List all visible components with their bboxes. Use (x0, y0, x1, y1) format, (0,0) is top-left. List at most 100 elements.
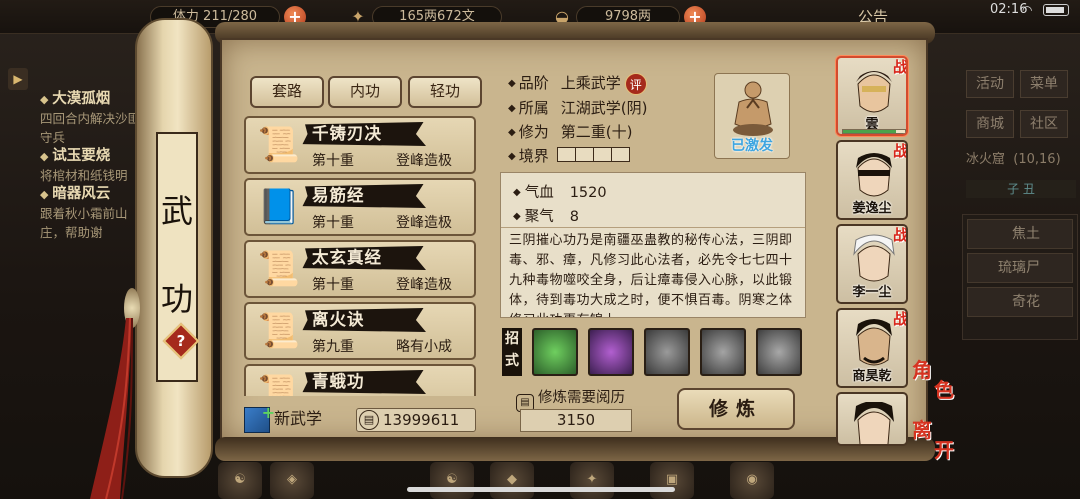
character-portrait (854, 402, 894, 444)
panel-bottom-rod (215, 437, 935, 461)
location-label: 冰火窟 (966, 152, 1006, 167)
attr-label: 修为 (508, 123, 549, 141)
quest-desc: 跟着秋小霜前山庄，帮助谢 (40, 206, 128, 240)
scroll-count-value: 13999611 (383, 411, 460, 429)
skill-rank: 登峰造极 (396, 215, 452, 231)
attr-value: 上乘武学 (560, 74, 621, 92)
attr-label: 所属 (508, 99, 549, 117)
character-card[interactable]: 战 雲 (836, 56, 908, 136)
battle-badge: 战 (892, 58, 908, 76)
bottom-menu-icon[interactable]: ☯ (218, 462, 262, 499)
skill-name: 青蛾功 (302, 370, 426, 394)
quest-title: 暗器风云 (40, 185, 145, 204)
skill-item[interactable]: 📜 青蛾功 (244, 364, 476, 396)
new-skill-label: 新武学 (274, 409, 323, 428)
map-item[interactable]: 焦土 (967, 219, 1073, 249)
role-tab[interactable]: 角 色 (912, 360, 968, 400)
move-5-icon[interactable] (756, 328, 802, 376)
skill-name: 千铸刃决 (302, 122, 426, 146)
skill-name: 离火诀 (302, 308, 426, 332)
map-item[interactable]: 琉璃尸 (967, 253, 1073, 283)
skill-item[interactable]: 📜 太玄真经 第十重 登峰造极 (244, 240, 476, 298)
stat-label: 气血 (513, 185, 554, 201)
skill-item[interactable]: 📜 离火诀 第九重 略有小成 (244, 302, 476, 360)
book-open-icon: ▤ (359, 410, 379, 430)
leave-tab-char: 开 (934, 438, 954, 462)
character-hp-bar (842, 129, 906, 134)
skill-name: 太玄真经 (302, 246, 426, 270)
tab-internal[interactable]: 内功 (328, 76, 402, 108)
attr-value: 第二重(十) (560, 123, 633, 141)
stat-value: 1520 (569, 185, 607, 201)
train-button[interactable]: 修炼 (677, 388, 795, 430)
attr-label: 境界 (508, 147, 549, 165)
quest-title: 试玉要烧 (40, 147, 145, 166)
moves-label-text: 招式 (505, 331, 519, 369)
role-tab-char: 色 (934, 378, 954, 402)
quest-title: 大漠孤烟 (40, 90, 145, 109)
scroll-title-char: 武 (160, 192, 193, 230)
attr-belong: 所属江湖武学(阴) (508, 97, 647, 118)
moves-label: 招式 (502, 328, 522, 376)
stat-hp: 气血 1520 (513, 181, 607, 202)
rating-badge[interactable]: 评 (624, 72, 647, 95)
skill-rank: 登峰造极 (396, 277, 452, 293)
attr-value: 江湖武学(阴) (560, 99, 648, 117)
help-icon: ? (176, 332, 186, 350)
cultivation-req-label: 修炼需要阅历 (538, 390, 625, 406)
character-roster: 战 雲 战 姜逸尘 战 李一尘 战 商昊乾 (836, 56, 910, 446)
character-card[interactable]: 战 商昊乾 (836, 308, 908, 388)
location-name: 冰火窟 (10,16) (966, 148, 1061, 167)
tassel-decoration (90, 318, 133, 499)
scroll-icon: 📜 (257, 373, 301, 396)
bottom-menu-icon[interactable]: ☯ (430, 462, 474, 499)
bottom-menu-icon[interactable]: ✦ (570, 462, 614, 499)
character-name: 商昊乾 (852, 369, 892, 384)
quest-desc: 将棺材和纸钱明 (40, 168, 128, 183)
move-3-icon[interactable] (644, 328, 690, 376)
shop-button[interactable]: 商城 (966, 110, 1014, 138)
new-book-icon (244, 398, 275, 433)
skill-item[interactable]: 📜 千铸刃决 第十重 登峰造极 (244, 116, 476, 174)
tab-routine[interactable]: 套路 (250, 76, 324, 108)
new-skill-button[interactable]: 新武学 (244, 398, 323, 434)
skill-list[interactable]: 📜 千铸刃决 第十重 登峰造极 📘 易筋经 第十重 登峰造极 📜 太玄真经 第十… (240, 116, 480, 396)
expand-arrow-icon[interactable]: ▶ (8, 68, 28, 90)
tab-lightness[interactable]: 轻功 (408, 76, 482, 108)
skill-rank: 略有小成 (396, 339, 452, 355)
community-button[interactable]: 社区 (1020, 110, 1068, 138)
bottom-menu-icon[interactable]: ◉ (730, 462, 774, 499)
scroll-icon: 📜 (257, 125, 301, 165)
battery-icon (1043, 4, 1069, 16)
attr-grade: 品阶上乘武学评 (508, 72, 647, 95)
role-tab-char: 角 (912, 358, 932, 382)
skill-description: 三阴摧心功乃是南疆巫蛊教的秘传心法，三阴即毒、邪、瘴，凡修习此心法者，必先令七七… (509, 233, 793, 317)
activity-button[interactable]: 活动 (966, 70, 1014, 98)
battle-badge: 战 (892, 142, 908, 160)
scroll-icon: 📜 (257, 311, 301, 351)
time-slot: 子 丑 (966, 180, 1076, 198)
realm-boxes (556, 147, 630, 166)
bottom-menu-icon[interactable]: ◈ (270, 462, 314, 499)
quest-desc: 四回合内解决沙匪守兵 (40, 111, 141, 145)
character-card[interactable] (836, 392, 908, 446)
cultivation-req-value: 3150 (520, 409, 632, 432)
bottom-menu-icon[interactable]: ▣ (650, 462, 694, 499)
scroll-count: ▤ 13999611 (356, 408, 476, 432)
menu-button[interactable]: 菜单 (1020, 70, 1068, 98)
skill-item[interactable]: 📘 易筋经 第十重 登峰造极 (244, 178, 476, 236)
activated-tag: 已激发 (731, 138, 773, 154)
map-item[interactable]: 奇花 (967, 287, 1073, 317)
leave-tab[interactable]: 离 开 (912, 420, 968, 460)
character-card[interactable]: 战 姜逸尘 (836, 140, 908, 220)
move-4-icon[interactable] (700, 328, 746, 376)
move-1-icon[interactable] (532, 328, 578, 376)
character-card[interactable]: 战 李一尘 (836, 224, 908, 304)
skill-level: 第十重 (312, 215, 354, 231)
move-2-icon[interactable] (588, 328, 634, 376)
bottom-menu-icon[interactable]: ◆ (490, 462, 534, 499)
quest-tracker[interactable]: 大漠孤烟 四回合内解决沙匪守兵 试玉要烧 将棺材和纸钱明 暗器风云 跟着秋小霜前… (40, 90, 145, 242)
attr-cultivation: 修为第二重(十) (508, 121, 632, 142)
skill-level: 第十重 (312, 153, 354, 169)
character-name: 姜逸尘 (852, 201, 892, 216)
